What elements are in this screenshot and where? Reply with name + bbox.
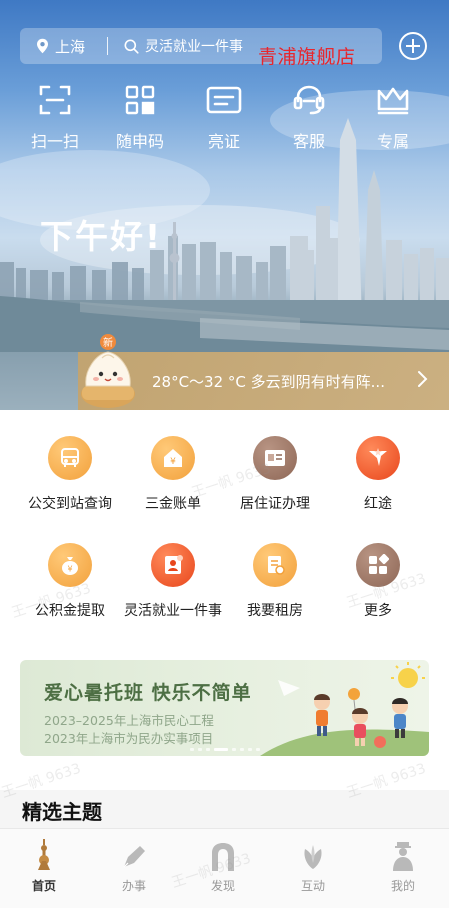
residence-card-icon bbox=[253, 436, 297, 480]
location-pin-icon bbox=[37, 38, 48, 54]
hero-banner: 上海 灵活就业一件事 青浦旗舰店 扫一扫 随申码 亮证 客服 专属 下午好! 2… bbox=[0, 0, 449, 410]
employment-icon bbox=[151, 543, 195, 587]
home-tower-icon bbox=[38, 839, 50, 870]
promo-banner-summer-care[interactable]: 爱心暑托班 快乐不简单 2023–2025年上海市民心工程 2023年上海市为民… bbox=[20, 660, 429, 756]
service-label: 我要租房 bbox=[247, 603, 303, 619]
quick-action-service[interactable]: 客服 bbox=[269, 82, 349, 152]
location-label: 上海 bbox=[55, 37, 86, 56]
quick-action-show-id[interactable]: 亮证 bbox=[184, 82, 264, 152]
crown-icon bbox=[377, 87, 409, 115]
service-label: 红途 bbox=[364, 496, 392, 512]
profile-figure-icon bbox=[393, 842, 413, 871]
service-rent-house[interactable]: 我要租房 bbox=[215, 543, 335, 620]
promo-section: 爱心暑托班 快乐不简单 2023–2025年上海市民心工程 2023年上海市为民… bbox=[0, 650, 449, 790]
service-provident-fund[interactable]: ¥ 公积金提取 bbox=[10, 543, 130, 620]
featured-topics-heading: 精选主题 bbox=[22, 800, 102, 824]
arch-gate-icon bbox=[212, 843, 234, 871]
store-brand-overlay: 青浦旗舰店 bbox=[258, 46, 356, 68]
tab-label: 办事 bbox=[121, 879, 146, 893]
svg-text:¥: ¥ bbox=[67, 565, 72, 574]
tab-services[interactable]: 办事 bbox=[104, 839, 164, 894]
magnolia-icon bbox=[304, 845, 322, 869]
tab-label: 我的 bbox=[390, 879, 415, 893]
bus-icon bbox=[48, 436, 92, 480]
children-illustration bbox=[260, 662, 429, 756]
quick-action-scan[interactable]: 扫一扫 bbox=[15, 82, 95, 152]
quick-action-label: 随申码 bbox=[115, 132, 164, 151]
service-label: 更多 bbox=[364, 603, 392, 619]
service-label: 居住证办理 bbox=[240, 496, 310, 512]
quick-action-label: 扫一扫 bbox=[30, 132, 79, 151]
service-bus-arrival[interactable]: 公交到站查询 bbox=[10, 436, 130, 513]
id-card-icon bbox=[206, 86, 242, 114]
tab-label: 首页 bbox=[31, 879, 56, 893]
service-residence-permit[interactable]: 居住证办理 bbox=[215, 436, 335, 513]
scan-icon bbox=[39, 85, 71, 115]
banner-title: 爱心暑托班 快乐不简单 bbox=[44, 682, 252, 704]
qr-code-icon bbox=[125, 85, 155, 115]
quick-action-label: 专属 bbox=[376, 132, 409, 151]
quick-action-label: 客服 bbox=[292, 132, 325, 151]
chevron-right-icon[interactable] bbox=[416, 370, 428, 388]
rent-document-icon bbox=[253, 543, 297, 587]
tab-interact[interactable]: 互动 bbox=[283, 839, 343, 894]
service-label: 公交到站查询 bbox=[28, 496, 112, 512]
weather-text: 28°C～32 °C 多云到阴有时有阵... bbox=[152, 373, 385, 391]
tab-home[interactable]: 首页 bbox=[14, 839, 74, 894]
money-bag-icon: ¥ bbox=[48, 543, 92, 587]
carousel-dot bbox=[205, 748, 210, 751]
carousel-dot bbox=[239, 748, 244, 751]
add-plus-icon[interactable] bbox=[398, 31, 428, 61]
tab-discover[interactable]: 发现 bbox=[193, 839, 253, 894]
star-flag-icon bbox=[356, 436, 400, 480]
carousel-dot-active bbox=[213, 748, 228, 751]
service-more[interactable]: 更多 bbox=[318, 543, 438, 620]
carousel-dot bbox=[197, 748, 202, 751]
carousel-dot bbox=[231, 748, 236, 751]
search-input[interactable]: 灵活就业一件事 bbox=[124, 36, 243, 56]
banner-subtitle-1: 2023–2025年上海市民心工程 bbox=[44, 713, 214, 728]
more-grid-icon bbox=[356, 543, 400, 587]
quick-action-qrcode[interactable]: 随申码 bbox=[100, 82, 180, 152]
carousel-dot bbox=[247, 748, 252, 751]
greeting-text: 下午好! bbox=[40, 217, 163, 256]
search-divider bbox=[107, 37, 109, 55]
location-selector[interactable]: 上海 bbox=[36, 36, 85, 57]
carousel-dot bbox=[189, 748, 194, 751]
search-icon bbox=[124, 39, 139, 54]
quick-action-exclusive[interactable]: 专属 bbox=[353, 82, 433, 152]
search-placeholder: 灵活就业一件事 bbox=[145, 39, 244, 55]
banner-subtitle-2: 2023年上海市为民办实事项目 bbox=[44, 731, 214, 746]
service-red-route[interactable]: 红途 bbox=[318, 436, 438, 513]
quick-action-label: 亮证 bbox=[207, 132, 240, 151]
carousel-dot bbox=[255, 748, 260, 751]
new-badge: 新 bbox=[103, 336, 113, 349]
pen-icon bbox=[123, 846, 145, 868]
service-label: 公积金提取 bbox=[35, 603, 105, 619]
quick-actions-row: 扫一扫 随申码 亮证 客服 专属 bbox=[0, 82, 449, 152]
house-yen-icon: ¥ bbox=[151, 436, 195, 480]
bottom-tab-bar: 首页 办事 发现 互动 我的 bbox=[0, 828, 449, 908]
services-grid: 公交到站查询 ¥ 三金账单 居住证办理 红途 ¥ 公积金提取 灵活就业一件事 我… bbox=[0, 410, 449, 650]
tab-profile[interactable]: 我的 bbox=[373, 839, 433, 894]
tab-label: 互动 bbox=[300, 879, 325, 893]
customer-service-icon bbox=[293, 85, 325, 115]
svg-text:¥: ¥ bbox=[170, 457, 176, 467]
tab-label: 发现 bbox=[210, 879, 235, 893]
carousel-indicator bbox=[20, 748, 429, 751]
dumpling-mascot-icon: 新 bbox=[81, 334, 135, 408]
